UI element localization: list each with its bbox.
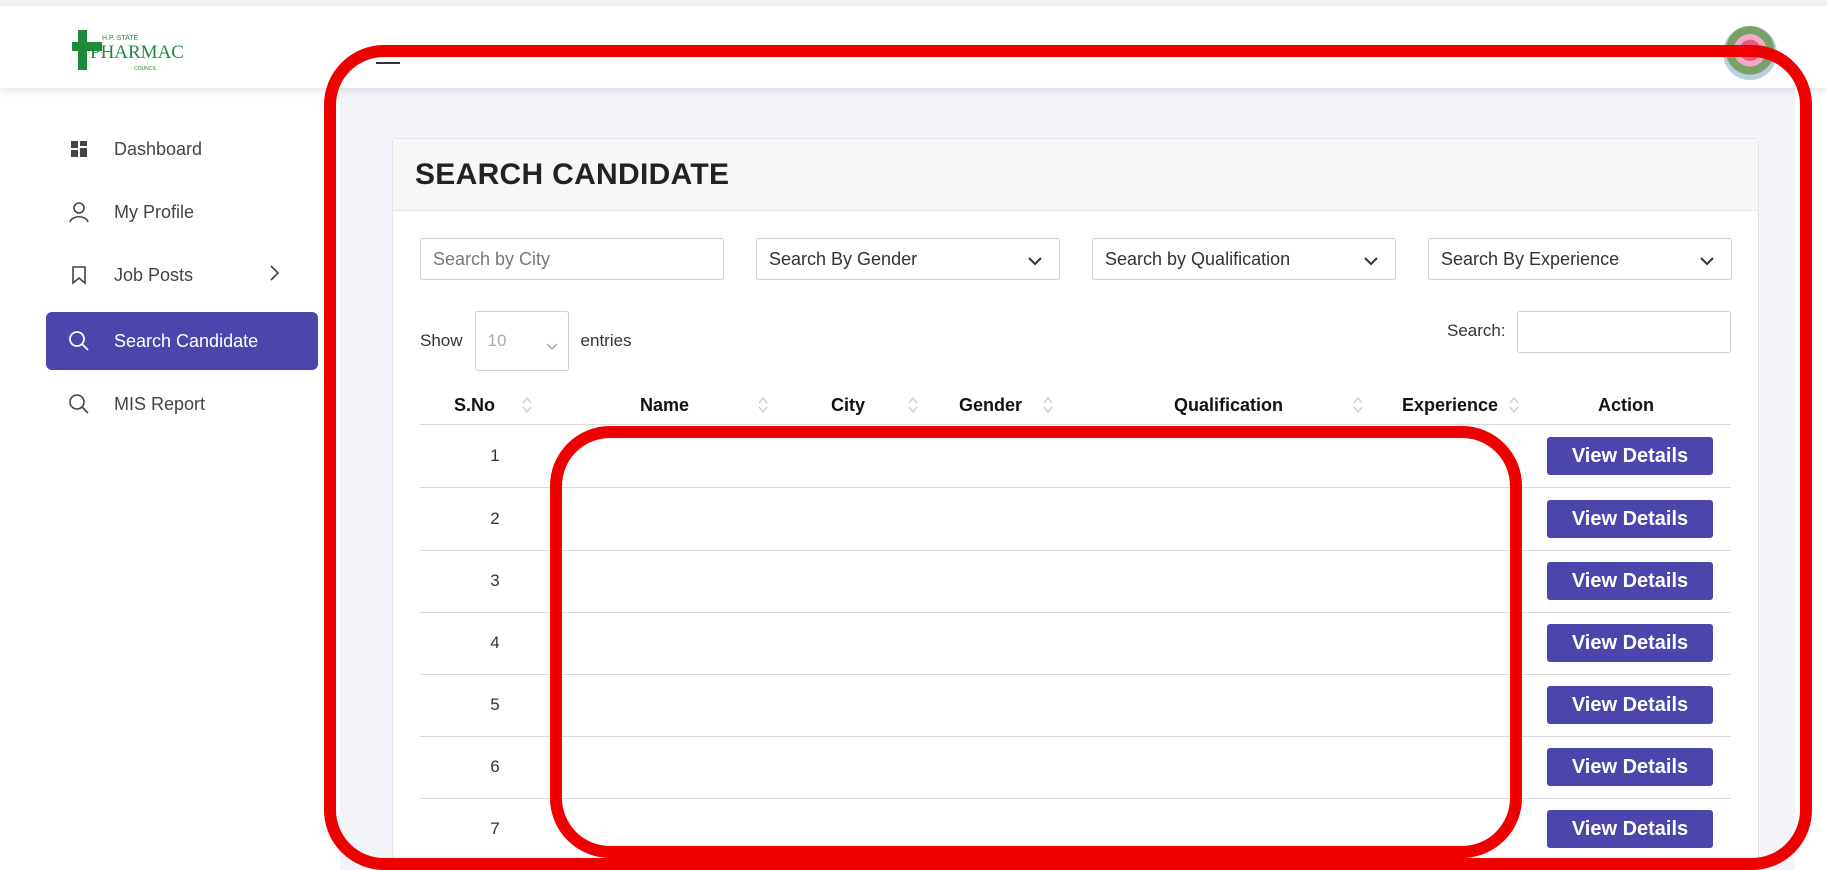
sort-icon[interactable] (906, 395, 920, 415)
menu-toggle-icon[interactable] (376, 48, 400, 66)
qualification-select[interactable]: Search by Qualification (1092, 238, 1396, 280)
table-row: 3 View Details (420, 551, 1731, 613)
view-details-button[interactable]: View Details (1547, 748, 1713, 786)
experience-select-value: Search By Experience (1441, 248, 1620, 269)
column-header-city[interactable]: City (831, 385, 865, 425)
sort-icon[interactable] (756, 395, 770, 415)
row-sno: 2 (490, 509, 500, 528)
sort-icon[interactable] (520, 395, 534, 415)
page-title: SEARCH CANDIDATE (415, 157, 730, 191)
table-row: 2 View Details (420, 489, 1731, 551)
entries-label: entries (580, 331, 632, 350)
sort-icon[interactable] (1041, 395, 1055, 415)
sidebar-item-label: MIS Report (114, 393, 206, 414)
chevron-down-icon (1363, 251, 1379, 272)
gender-select-value: Search By Gender (769, 248, 918, 269)
gender-select[interactable]: Search By Gender (756, 238, 1060, 280)
row-sno: 7 (490, 819, 500, 838)
column-header-experience[interactable]: Experience (1402, 385, 1498, 425)
row-sno: 1 (490, 446, 500, 465)
table-header: S.No Name City Gender Qualification Expe… (420, 385, 1731, 425)
column-header-name[interactable]: Name (640, 385, 689, 425)
table-search-input[interactable] (1517, 311, 1731, 353)
show-label: Show (420, 331, 463, 350)
view-details-button[interactable]: View Details (1547, 686, 1713, 724)
view-details-button[interactable]: View Details (1547, 810, 1713, 848)
row-sno: 5 (490, 695, 500, 714)
svg-text:PHARMACY: PHARMACY (90, 42, 184, 63)
experience-select[interactable]: Search By Experience (1428, 238, 1732, 280)
column-header-gender[interactable]: Gender (959, 385, 1022, 425)
chevron-right-icon (268, 264, 280, 287)
sidebar-item-label: Search Candidate (114, 330, 259, 351)
bookmark-icon (66, 262, 92, 288)
view-details-button[interactable]: View Details (1547, 624, 1713, 662)
chevron-down-icon (546, 336, 558, 356)
top-bar: H.P. STATE PHARMACY COUNCIL (0, 0, 1827, 88)
svg-text:H.P. STATE: H.P. STATE (102, 35, 139, 42)
user-icon (66, 199, 92, 225)
page-length-control: Show 10 entries (420, 311, 632, 371)
view-details-button[interactable]: View Details (1547, 562, 1713, 600)
user-avatar[interactable] (1723, 26, 1777, 80)
table-row: 7 View Details (420, 799, 1731, 861)
sidebar-item-mis-report[interactable]: MIS Report (46, 375, 318, 433)
sort-icon[interactable] (1507, 395, 1521, 415)
view-details-button[interactable]: View Details (1547, 437, 1713, 475)
search-icon (66, 328, 92, 354)
sort-icon[interactable] (1351, 395, 1365, 415)
city-search-input[interactable] (420, 238, 724, 280)
svg-text:COUNCIL: COUNCIL (134, 66, 157, 72)
table-row: 5 View Details (420, 675, 1731, 737)
table-row: 6 View Details (420, 737, 1731, 799)
sidebar-item-search-candidate[interactable]: Search Candidate (46, 312, 318, 370)
row-sno: 3 (490, 571, 500, 590)
column-header-sno[interactable]: S.No (454, 385, 495, 425)
chevron-down-icon (1699, 251, 1715, 272)
row-sno: 6 (490, 757, 500, 776)
card-header: SEARCH CANDIDATE (393, 139, 1758, 211)
search-icon (66, 391, 92, 417)
city-search-field[interactable] (433, 248, 703, 270)
sidebar-item-job-posts[interactable]: Job Posts (46, 246, 318, 304)
page-length-value: 10 (487, 331, 507, 350)
table-row: 4 View Details (420, 613, 1731, 675)
qualification-select-value: Search by Qualification (1105, 248, 1291, 269)
row-sno: 4 (490, 633, 500, 652)
pharmacy-council-logo[interactable]: H.P. STATE PHARMACY COUNCIL (72, 28, 198, 80)
sidebar-item-label: My Profile (114, 201, 195, 222)
chevron-down-icon (1027, 251, 1043, 272)
main-content: SEARCH CANDIDATE Search By Gender Search… (340, 88, 1795, 870)
sidebar-item-label: Dashboard (114, 138, 203, 159)
sidebar-item-dashboard[interactable]: Dashboard (46, 120, 318, 178)
column-header-action: Action (1598, 394, 1654, 415)
sidebar: Dashboard My Profile Job Posts Search Ca… (0, 88, 340, 870)
page-length-select[interactable]: 10 (474, 311, 569, 371)
view-details-button[interactable]: View Details (1547, 500, 1713, 538)
dashboard-icon (66, 136, 92, 162)
column-header-qualification[interactable]: Qualification (1174, 385, 1283, 425)
table-row: 1 View Details (420, 426, 1731, 488)
sidebar-item-my-profile[interactable]: My Profile (46, 183, 318, 241)
search-candidate-card: SEARCH CANDIDATE Search By Gender Search… (392, 138, 1759, 870)
sidebar-item-label: Job Posts (114, 264, 194, 285)
table-search-label: Search: (1447, 321, 1506, 340)
